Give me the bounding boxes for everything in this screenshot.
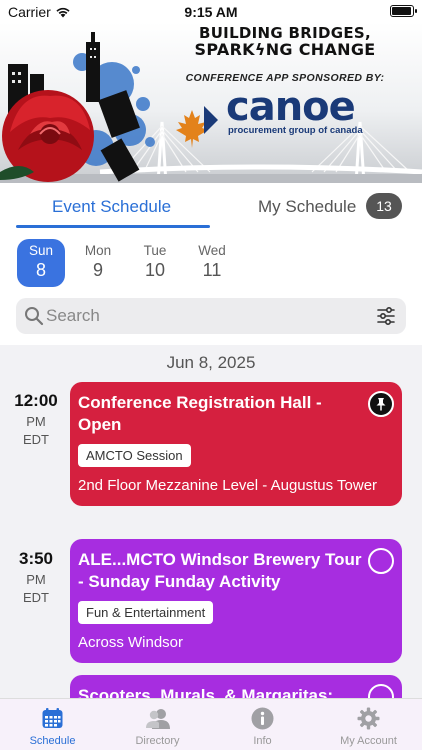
event-location: 2nd Floor Mezzanine Level - Augustus Tow…: [78, 477, 378, 494]
event-time: 12:00 PM EDT: [0, 391, 72, 447]
sponsor-label: CONFERENCE APP SPONSORED BY:: [185, 72, 385, 84]
event-time-ampm: PM: [26, 572, 46, 587]
day-number: 10: [144, 260, 166, 280]
tab-label: Info: [253, 735, 272, 747]
tab-label: My Account: [340, 735, 397, 747]
schedule-segment-control: Event Schedule My Schedule 13: [0, 183, 422, 229]
day-label: Mon: [84, 243, 112, 258]
day-number: 11: [202, 260, 222, 280]
event-time-ampm: PM: [26, 414, 46, 429]
sponsor-logo-subtitle: procurement group of canada: [228, 125, 363, 136]
tab-directory[interactable]: Directory: [105, 699, 210, 750]
day-number: 9: [92, 260, 103, 280]
my-schedule-count-badge: 13: [366, 193, 402, 219]
event-time-zone: EDT: [23, 590, 49, 605]
event-time-value: 3:50: [18, 549, 54, 568]
event-time: 3:50 PM EDT: [0, 549, 72, 605]
tab-event-schedule[interactable]: Event Schedule: [52, 197, 171, 217]
search-input[interactable]: [46, 298, 366, 334]
info-icon: [251, 707, 274, 730]
search-icon: [25, 307, 44, 326]
filter-sliders-icon[interactable]: [376, 306, 396, 326]
pinned-toggle[interactable]: [368, 391, 394, 417]
tab-my-account[interactable]: My Account: [316, 699, 421, 750]
search-bar: [16, 298, 406, 334]
day-label: Wed: [198, 243, 226, 258]
battery-icon: [390, 5, 417, 17]
event-title: ALE...MCTO Windsor Brewery Tour - Sunday…: [78, 550, 362, 591]
tab-schedule[interactable]: Schedule: [0, 699, 105, 750]
event-location: Across Windsor: [78, 634, 184, 651]
conference-banner: BUILDING BRIDGES, SPARKϟNG CHANGE CONFER…: [0, 22, 422, 183]
day-wed[interactable]: Wed 11: [188, 239, 236, 287]
event-tag: Fun & Entertainment: [78, 601, 214, 624]
sponsor-logo-word: canoe: [226, 84, 356, 130]
day-sun[interactable]: Sun 8: [17, 239, 65, 287]
day-mon[interactable]: Mon 9: [74, 239, 122, 287]
tab-label: Directory: [135, 735, 180, 747]
event-time-value: 12:00: [14, 391, 58, 410]
event-card[interactable]: Scooters, Murals, & Margaritas:: [70, 675, 402, 698]
people-icon: [146, 709, 170, 729]
event-title: Scooters, Murals, & Margaritas:: [78, 686, 334, 698]
bottom-tab-bar: Schedule Directory Info My Account: [0, 698, 422, 750]
calendar-icon: [42, 708, 63, 728]
event-card[interactable]: ALE...MCTO Windsor Brewery Tour - Sunday…: [70, 539, 402, 663]
day-tue[interactable]: Tue 10: [131, 239, 179, 287]
active-tab-underline: [16, 225, 210, 228]
tab-label: Schedule: [29, 735, 76, 747]
battery-fill: [392, 7, 411, 15]
event-time-zone: EDT: [23, 432, 49, 447]
date-header: Jun 8, 2025: [166, 353, 256, 372]
day-picker: Sun 8 Mon 9 Tue 10 Wed 11: [0, 229, 422, 291]
event-card[interactable]: Conference Registration Hall - Open AMCT…: [70, 382, 402, 506]
status-bar: Carrier 9:15 AM: [0, 0, 422, 22]
day-number: 8: [35, 260, 46, 280]
tab-my-schedule[interactable]: My Schedule: [258, 197, 356, 217]
event-tag: AMCTO Session: [78, 444, 191, 467]
day-label: Tue: [143, 243, 167, 258]
banner-title-line2: SPARKϟNG CHANGE: [194, 40, 376, 59]
tab-info[interactable]: Info: [210, 699, 315, 750]
schedule-list: Jun 8, 2025 12:00 PM EDT Conference Regi…: [0, 345, 422, 698]
day-label: Sun: [28, 243, 54, 258]
status-time: 9:15 AM: [184, 4, 238, 20]
add-to-schedule-toggle[interactable]: [368, 548, 394, 574]
pin-icon: [376, 398, 386, 411]
event-title: Conference Registration Hall - Open: [78, 393, 322, 434]
gear-icon: [357, 707, 380, 730]
